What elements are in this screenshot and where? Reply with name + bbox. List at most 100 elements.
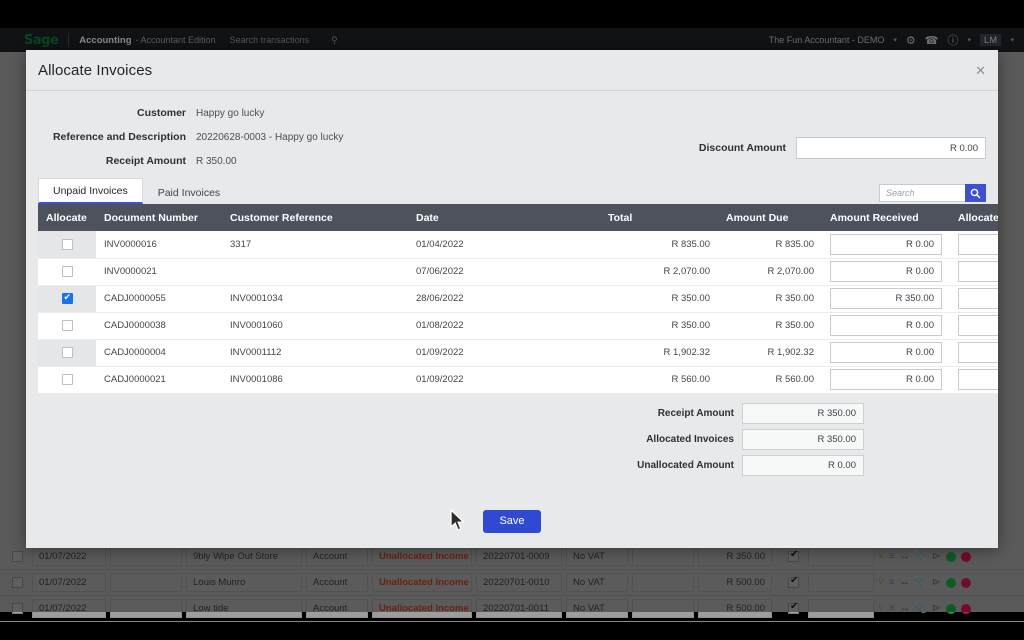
cell-amount-received[interactable]: R 0.00 [822, 231, 950, 259]
screen: Sage Accounting - Accountant Edition Sea… [0, 0, 1024, 640]
allocate-discount-input[interactable]: R 0.00 [958, 369, 998, 390]
total-allocated-invoices: Allocated Invoices R 350.00 [38, 427, 986, 453]
discount-amount-label: Discount Amount [698, 142, 786, 154]
cell-document-number: CADJ0000021 [96, 366, 222, 394]
allocate-discount-input[interactable]: R 0.00 [958, 342, 998, 363]
cell-amount-received[interactable]: R 350.00 [822, 285, 950, 313]
search-icon[interactable] [965, 184, 986, 202]
cell-customer-reference: INV0001112 [222, 339, 408, 367]
totals-section: Receipt Amount R 350.00 Allocated Invoic… [38, 393, 986, 488]
field-label: Receipt Amount [105, 155, 186, 167]
amount-received-input[interactable]: R 0.00 [830, 369, 942, 390]
total-label: Receipt Amount [657, 408, 734, 419]
cell-customer-reference: INV0001034 [222, 285, 408, 313]
table-header-row: Allocate Document Number Customer Refere… [38, 204, 998, 231]
cell-amount-due: R 835.00 [718, 231, 822, 259]
column-header-total: Total [600, 204, 718, 231]
cell-document-number: CADJ0000055 [96, 285, 222, 313]
column-header-document-number: Document Number [96, 204, 222, 231]
cell-customer-reference: INV0001060 [222, 312, 408, 340]
cell-date: 01/08/2022 [408, 312, 600, 340]
cell-date: 01/04/2022 [408, 231, 600, 259]
column-header-amount-due: Amount Due [718, 204, 822, 231]
allocate-discount-input[interactable]: R 0.00 [958, 315, 998, 336]
cell-customer-reference [222, 258, 408, 286]
table-row[interactable]: CADJ0000021 INV0001086 01/09/2022 R 560.… [38, 366, 998, 394]
field-label: Reference and Description [52, 131, 186, 143]
allocate-discount-input[interactable]: R 0.00 [958, 288, 998, 309]
cell-total: R 2,070.00 [600, 258, 718, 286]
cell-amount-received[interactable]: R 0.00 [822, 366, 950, 394]
modal-header: Allocate Invoices ✕ [26, 50, 998, 91]
cell-date: 07/06/2022 [408, 258, 600, 286]
cell-amount-due: R 350.00 [718, 312, 822, 340]
amount-received-input[interactable]: R 350.00 [830, 288, 942, 309]
tab-unpaid-invoices[interactable]: Unpaid Invoices [38, 178, 143, 204]
allocate-discount-input[interactable]: R 0.00 [958, 233, 998, 255]
amount-received-input[interactable]: R 0.00 [830, 315, 942, 336]
cell-allocate-discount[interactable]: R 0.00 [950, 258, 998, 286]
receipt-amount-input[interactable]: R 350.00 [742, 403, 864, 424]
allocate-checkbox[interactable] [61, 319, 73, 331]
cell-allocate-discount[interactable]: R 0.00 [950, 285, 998, 313]
allocated-invoices-input[interactable]: R 350.00 [742, 429, 864, 450]
allocate-checkbox[interactable] [61, 291, 73, 304]
cell-date: 01/09/2022 [408, 339, 600, 367]
table-row[interactable]: INV0000016 3317 01/04/2022 R 835.00 R 83… [38, 231, 998, 259]
column-header-allocate: Allocate [38, 204, 96, 231]
cell-allocate[interactable] [38, 258, 96, 286]
invoice-table-body: INV0000016 3317 01/04/2022 R 835.00 R 83… [38, 231, 998, 394]
cell-allocate[interactable] [38, 366, 96, 394]
discount-amount-group: Discount Amount R 0.00 [699, 137, 986, 159]
invoice-table: Allocate Document Number Customer Refere… [38, 204, 998, 394]
cell-amount-due: R 2,070.00 [718, 258, 822, 286]
save-button[interactable]: Save [483, 509, 541, 533]
table-row[interactable]: CADJ0000038 INV0001060 01/08/2022 R 350.… [38, 312, 998, 340]
cell-total: R 1,902.32 [600, 339, 718, 367]
cell-amount-received[interactable]: R 0.00 [822, 312, 950, 340]
cell-document-number: INV0000016 [96, 231, 222, 259]
search-input[interactable]: Search [879, 184, 965, 202]
allocate-discount-input[interactable]: R 0.00 [958, 261, 998, 282]
cell-customer-reference: 3317 [222, 231, 408, 259]
column-header-allocate-discount: Allocate Discount [950, 204, 998, 231]
field-value: Happy go lucky [196, 107, 265, 119]
field-label: Customer [136, 107, 186, 119]
allocate-checkbox[interactable] [61, 265, 73, 277]
cell-amount-due: R 1,902.32 [718, 339, 822, 367]
table-row[interactable]: CADJ0000004 INV0001112 01/09/2022 R 1,90… [38, 339, 998, 367]
column-header-amount-received: Amount Received [822, 204, 950, 231]
cell-allocate-discount[interactable]: R 0.00 [950, 366, 998, 394]
tabs-row: Unpaid Invoices Paid Invoices Search [38, 177, 986, 204]
cell-amount-received[interactable]: R 0.00 [822, 339, 950, 367]
cell-allocate-discount[interactable]: R 0.00 [950, 339, 998, 367]
unallocated-amount-input[interactable]: R 0.00 [742, 455, 864, 476]
cell-customer-reference: INV0001086 [222, 366, 408, 394]
cell-allocate-discount[interactable]: R 0.00 [950, 231, 998, 259]
table-row[interactable]: INV0000021 07/06/2022 R 2,070.00 R 2,070… [38, 258, 998, 286]
close-icon[interactable]: ✕ [975, 64, 986, 77]
cell-allocate[interactable] [38, 339, 96, 367]
cell-allocate[interactable] [38, 231, 96, 259]
table-row[interactable]: CADJ0000055 INV0001034 28/06/2022 R 350.… [38, 285, 998, 313]
amount-received-input[interactable]: R 0.00 [830, 342, 942, 363]
tab-paid-invoices[interactable]: Paid Invoices [143, 180, 235, 204]
allocate-checkbox[interactable] [61, 373, 73, 385]
column-header-customer-reference: Customer Reference [222, 204, 408, 231]
cell-document-number: CADJ0000004 [96, 339, 222, 367]
allocate-checkbox[interactable] [61, 346, 73, 358]
total-label: Allocated Invoices [646, 434, 734, 445]
cell-allocate[interactable] [38, 312, 96, 340]
cell-allocate[interactable] [38, 285, 96, 313]
amount-received-input[interactable]: R 0.00 [830, 233, 942, 255]
cell-total: R 350.00 [600, 312, 718, 340]
field-value: R 350.00 [196, 155, 237, 167]
field-value: 20220628-0003 - Happy go lucky [196, 131, 344, 143]
cell-amount-received[interactable]: R 0.00 [822, 258, 950, 286]
modal-body: Customer Happy go lucky Reference and De… [26, 91, 998, 494]
total-unallocated-amount: Unallocated Amount R 0.00 [38, 453, 986, 479]
cell-allocate-discount[interactable]: R 0.00 [950, 312, 998, 340]
allocate-checkbox[interactable] [61, 238, 73, 250]
amount-received-input[interactable]: R 0.00 [830, 261, 942, 282]
discount-amount-input[interactable]: R 0.00 [796, 137, 986, 159]
